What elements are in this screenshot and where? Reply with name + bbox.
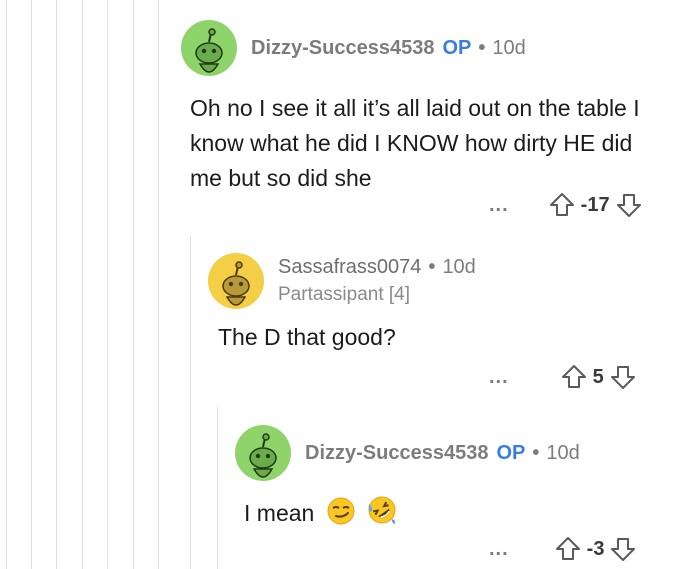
- thread-line: [190, 236, 191, 569]
- thread-line: [133, 0, 134, 569]
- comment-actions: ... 5: [489, 362, 636, 392]
- comment: Sassafrass0074 • 10d Partassipant [4] Th…: [208, 253, 688, 355]
- username[interactable]: Dizzy-Success4538: [251, 36, 434, 60]
- vote-control: -3: [555, 536, 637, 562]
- smirking-face-emoji: [327, 497, 355, 525]
- thread-line: [158, 0, 159, 569]
- comment-header: Dizzy-Success4538 OP • 10d: [181, 20, 650, 76]
- thread-line: [107, 0, 108, 569]
- comment-actions: ... -17: [489, 190, 642, 220]
- snoo-avatar-icon: [222, 261, 250, 306]
- thread-line: [56, 0, 57, 569]
- comment-body: Oh no I see it all it’s all laid out on …: [190, 95, 640, 191]
- username[interactable]: Sassafrass0074: [278, 255, 421, 279]
- thread-line: [31, 0, 32, 569]
- comment-header: Sassafrass0074 • 10d Partassipant [4]: [208, 253, 688, 309]
- op-badge: OP: [496, 442, 526, 464]
- vote-score: -17: [580, 193, 610, 216]
- comment-body: The D that good?: [218, 324, 396, 350]
- more-options-button[interactable]: ...: [489, 538, 509, 561]
- separator-dot: •: [532, 442, 540, 464]
- downvote-arrow-icon[interactable]: [610, 364, 636, 390]
- more-options-button[interactable]: ...: [489, 366, 509, 389]
- username[interactable]: Dizzy-Success4538: [305, 441, 488, 465]
- avatar[interactable]: [181, 20, 237, 76]
- downvote-arrow-icon[interactable]: [610, 536, 636, 562]
- vote-control: -17: [549, 192, 642, 218]
- comment-body: I mean: [244, 495, 544, 531]
- upvote-arrow-icon[interactable]: [549, 192, 575, 218]
- vote-control: 5: [561, 364, 636, 390]
- upvote-arrow-icon[interactable]: [561, 364, 587, 390]
- rolling-laughing-emoji: [368, 496, 396, 524]
- user-flair: Partassipant [4]: [278, 284, 411, 305]
- thread-line: [82, 0, 83, 569]
- separator-dot: •: [428, 256, 436, 278]
- separator-dot: •: [478, 37, 486, 59]
- comment-actions: ... -3: [489, 534, 636, 564]
- thread-line: [6, 0, 7, 569]
- thread-line: [217, 406, 218, 569]
- comment-age: 10d: [442, 256, 476, 278]
- snoo-avatar-icon: [195, 28, 223, 73]
- avatar[interactable]: [235, 425, 291, 481]
- comment-age: 10d: [492, 37, 526, 59]
- vote-score: -3: [586, 537, 605, 560]
- upvote-arrow-icon[interactable]: [555, 536, 581, 562]
- avatar[interactable]: [208, 253, 264, 309]
- comment-text: I mean: [244, 500, 315, 526]
- more-options-button[interactable]: ...: [489, 194, 509, 217]
- comment-header: Dizzy-Success4538 OP • 10d: [235, 425, 580, 481]
- vote-score: 5: [592, 365, 604, 388]
- comment: Dizzy-Success4538 OP • 10d Oh no I see i…: [181, 20, 650, 196]
- snoo-avatar-icon: [249, 433, 277, 478]
- op-badge: OP: [442, 37, 472, 59]
- comment-age: 10d: [546, 442, 580, 464]
- comment: Dizzy-Success4538 OP • 10d I mean: [235, 425, 580, 531]
- downvote-arrow-icon[interactable]: [616, 192, 642, 218]
